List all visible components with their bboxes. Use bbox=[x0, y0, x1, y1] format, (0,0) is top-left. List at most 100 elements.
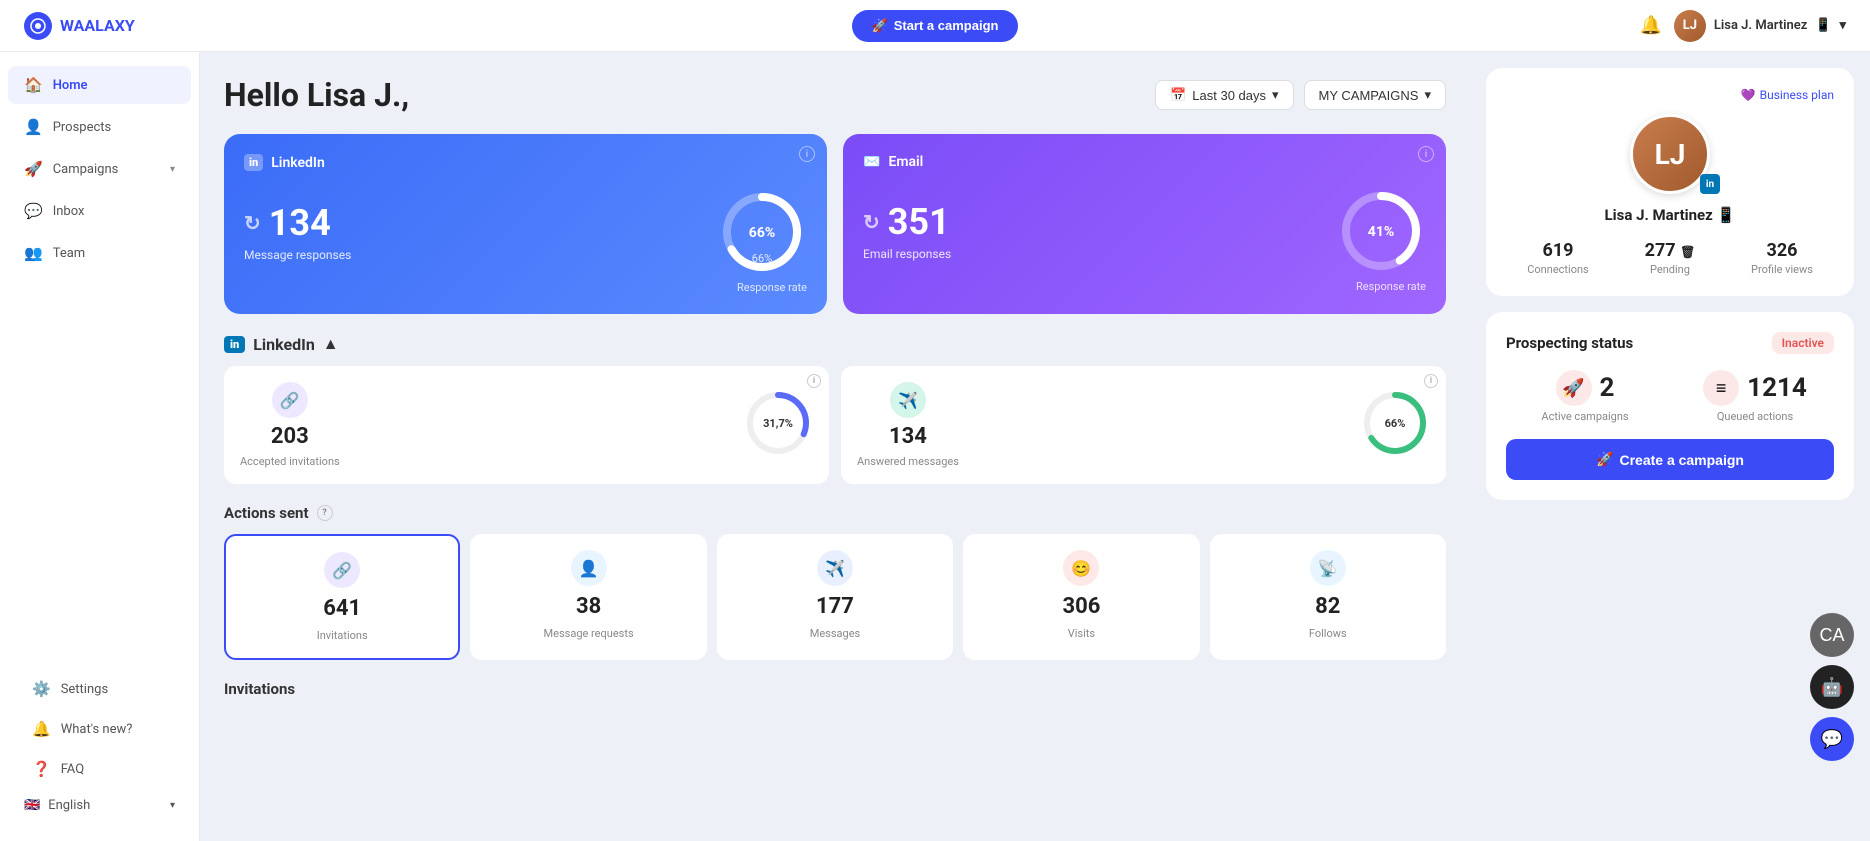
linkedin-stat-card: i in LinkedIn ↻ 134 Message responses bbox=[224, 134, 827, 314]
info-icon[interactable]: i bbox=[807, 374, 821, 388]
message-icon: ✈️ bbox=[890, 382, 926, 418]
logo-icon bbox=[24, 12, 52, 40]
whats-new-icon: 🔔 bbox=[32, 720, 51, 738]
info-icon[interactable]: i bbox=[1424, 374, 1438, 388]
linkedin-stat-number: ↻ 134 bbox=[244, 202, 351, 244]
info-icon[interactable]: ? bbox=[317, 505, 333, 521]
sidebar-item-label: Home bbox=[53, 78, 88, 93]
prospects-icon: 👤 bbox=[24, 118, 43, 136]
start-campaign-label: Start a campaign bbox=[894, 18, 999, 33]
action-card-message-requests[interactable]: 👤 38 Message requests bbox=[470, 534, 706, 660]
connections-number: 619 bbox=[1506, 240, 1610, 261]
email-stat-card: i ✉️ Email ↻ 351 Email responses bbox=[843, 134, 1446, 314]
float-buttons: CA 🤖 💬 bbox=[1810, 613, 1854, 761]
response-rate-label: 66% bbox=[752, 252, 772, 265]
queue-icon: ≡ bbox=[1703, 370, 1739, 406]
accepted-invitations-card: i 🔗 203 Accepted invitations 31,7% bbox=[224, 366, 829, 484]
create-campaign-label: Create a campaign bbox=[1619, 452, 1744, 468]
visits-number: 306 bbox=[1062, 594, 1100, 619]
user-menu[interactable]: LJ Lisa J. Martinez 📱 ▾ bbox=[1674, 10, 1846, 42]
action-card-follows[interactable]: 📡 82 Follows bbox=[1210, 534, 1446, 660]
flag-icon: 🇬🇧 bbox=[24, 798, 40, 813]
create-campaign-button[interactable]: 🚀 Create a campaign bbox=[1506, 439, 1834, 480]
answered-messages-content: ✈️ 134 Answered messages 66% bbox=[857, 382, 1430, 468]
accepted-invitations-label: Accepted invitations bbox=[240, 455, 340, 468]
actions-sent-header: Actions sent ? bbox=[224, 504, 1446, 522]
profile-views-label: Profile views bbox=[1730, 263, 1834, 276]
app-name: WAALAXY bbox=[60, 16, 135, 35]
sidebar-item-prospects[interactable]: 👤 Prospects bbox=[8, 108, 191, 146]
sidebar-item-faq[interactable]: ❓ FAQ bbox=[16, 750, 183, 788]
business-plan-link[interactable]: 💜 Business plan bbox=[1506, 88, 1834, 102]
linkedin-logo-small: in bbox=[224, 336, 245, 353]
linkedin-section-title: LinkedIn bbox=[253, 335, 315, 354]
action-card-messages[interactable]: ✈️ 177 Messages bbox=[717, 534, 953, 660]
collapse-icon[interactable]: ▲ bbox=[323, 334, 339, 354]
pending-label: Pending bbox=[1618, 263, 1722, 276]
refresh-icon: ↻ bbox=[863, 210, 880, 234]
svg-text:66%: 66% bbox=[1385, 417, 1406, 430]
sidebar-item-inbox[interactable]: 💬 Inbox bbox=[8, 192, 191, 230]
invitations-label: Invitations bbox=[317, 629, 368, 642]
email-icon: ✉️ bbox=[863, 154, 880, 170]
profile-name-text: Lisa J. Martinez bbox=[1605, 206, 1713, 224]
float-btn-1[interactable]: CA bbox=[1810, 613, 1854, 657]
prospecting-stats: 🚀 2 Active campaigns ≡ 1214 Queued actio… bbox=[1506, 370, 1834, 423]
sidebar-bottom: ⚙️ Settings 🔔 What's new? ❓ FAQ 🇬🇧 Engli… bbox=[0, 660, 199, 829]
acceptance-rate-donut: 31,7% bbox=[743, 388, 813, 462]
avatar: LJ bbox=[1630, 114, 1710, 194]
linkedin-stats-grid: i 🔗 203 Accepted invitations 31,7% bbox=[224, 366, 1446, 484]
sidebar-item-whats-new[interactable]: 🔔 What's new? bbox=[16, 710, 183, 748]
header-controls: 📅 Last 30 days ▾ MY CAMPAIGNS ▾ bbox=[1155, 80, 1446, 110]
queued-actions-icon-area: ≡ 1214 bbox=[1703, 370, 1807, 406]
sidebar-item-campaigns[interactable]: 🚀 Campaigns ▾ bbox=[8, 150, 191, 188]
accepted-invitations-content: 🔗 203 Accepted invitations 31,7% bbox=[240, 382, 813, 468]
queued-actions-number: 1214 bbox=[1747, 373, 1807, 403]
campaign-filter[interactable]: MY CAMPAIGNS ▾ bbox=[1304, 80, 1446, 110]
follows-number: 82 bbox=[1315, 594, 1340, 619]
answered-messages-left: ✈️ 134 Answered messages bbox=[857, 382, 959, 468]
rocket-icon: 🚀 bbox=[872, 18, 888, 34]
app-logo[interactable]: WAALAXY bbox=[24, 12, 135, 40]
float-btn-chat[interactable]: 💬 bbox=[1810, 717, 1854, 761]
svg-text:31,7%: 31,7% bbox=[763, 417, 793, 430]
faq-icon: ❓ bbox=[32, 760, 51, 778]
topnav: WAALAXY 🚀 Start a campaign 🔔 LJ Lisa J. … bbox=[0, 0, 1870, 52]
info-icon[interactable]: i bbox=[799, 146, 815, 162]
business-plan-label: Business plan bbox=[1760, 88, 1834, 102]
active-campaigns-label: Active campaigns bbox=[1541, 410, 1628, 423]
topnav-right: 🔔 LJ Lisa J. Martinez 📱 ▾ bbox=[1639, 10, 1846, 42]
info-icon[interactable]: i bbox=[1418, 146, 1434, 162]
connections-stat: 619 Connections bbox=[1506, 240, 1610, 276]
content-area: Hello Lisa J., 📅 Last 30 days ▾ MY CAMPA… bbox=[200, 52, 1470, 841]
sidebar-item-home[interactable]: 🏠 Home bbox=[8, 66, 191, 104]
messages-icon: ✈️ bbox=[817, 550, 853, 586]
queued-actions-stat: ≡ 1214 Queued actions bbox=[1676, 370, 1834, 423]
answered-messages-card: i ✈️ 134 Answered messages 66% bbox=[841, 366, 1446, 484]
notification-bell-button[interactable]: 🔔 bbox=[1639, 15, 1661, 36]
svg-text:41%: 41% bbox=[1368, 224, 1394, 240]
linkedin-logo: in bbox=[244, 154, 263, 171]
team-icon: 👥 bbox=[24, 244, 43, 262]
linkedin-responses-count: 134 bbox=[269, 202, 331, 244]
sidebar-item-settings[interactable]: ⚙️ Settings bbox=[16, 670, 183, 708]
language-selector[interactable]: 🇬🇧 English ▾ bbox=[8, 790, 191, 821]
campaign-filter-label: MY CAMPAIGNS bbox=[1319, 88, 1419, 103]
connections-label: Connections bbox=[1506, 263, 1610, 276]
start-campaign-button[interactable]: 🚀 Start a campaign bbox=[852, 10, 1019, 42]
pending-stat: 277 🗑 Pending bbox=[1618, 240, 1722, 276]
date-range-filter[interactable]: 📅 Last 30 days ▾ bbox=[1155, 80, 1293, 110]
sidebar-item-label: Prospects bbox=[53, 120, 112, 135]
calendar-icon: 📅 bbox=[1170, 87, 1186, 103]
action-card-invitations[interactable]: 🔗 641 Invitations bbox=[224, 534, 460, 660]
profile-name: Lisa J. Martinez 📱 bbox=[1506, 206, 1834, 224]
active-campaigns-icon-area: 🚀 2 bbox=[1556, 370, 1615, 406]
top-stats-row: i in LinkedIn ↻ 134 Message responses bbox=[224, 134, 1446, 314]
linkedin-badge: in bbox=[1700, 174, 1720, 194]
active-campaigns-number: 2 bbox=[1600, 373, 1615, 403]
action-card-visits[interactable]: 😊 306 Visits bbox=[963, 534, 1199, 660]
topnav-center: 🚀 Start a campaign bbox=[852, 10, 1019, 42]
sidebar-item-team[interactable]: 👥 Team bbox=[8, 234, 191, 272]
float-btn-2[interactable]: 🤖 bbox=[1810, 665, 1854, 709]
email-donut: 41% bbox=[1336, 186, 1426, 276]
